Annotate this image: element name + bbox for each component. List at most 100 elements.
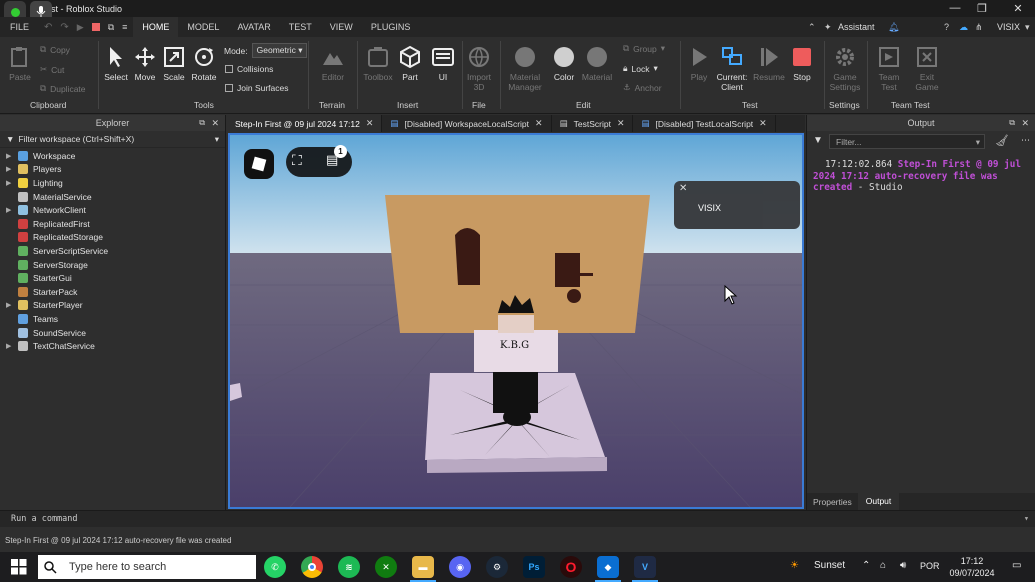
output-filter-input[interactable]: Filter... ▾	[829, 134, 985, 149]
expand-arrow-icon[interactable]: ▶	[6, 301, 18, 309]
current-client-button[interactable]: Current: Client	[713, 45, 751, 92]
minimize-icon[interactable]: —	[945, 2, 965, 14]
lock-button[interactable]: 🔒︎ Lock ▾	[623, 63, 658, 74]
tab-place[interactable]: Step-In First @ 09 jul 2024 17:12 ✕	[227, 115, 383, 132]
tree-item[interactable]: SoundService	[0, 326, 225, 340]
expand-arrow-icon[interactable]: ▶	[6, 342, 18, 350]
expand-arrow-icon[interactable]: ▶	[6, 165, 18, 173]
tab-test[interactable]: TEST	[280, 17, 321, 37]
spotify-icon[interactable]: ≋	[338, 556, 360, 578]
clock[interactable]: 17:12 09/07/2024	[946, 555, 998, 579]
tree-item[interactable]: ▶ Workspace	[0, 149, 225, 163]
discord-icon[interactable]: ◉	[449, 556, 471, 578]
undo-icon[interactable]: ↶	[44, 22, 52, 33]
resume-button[interactable]: Resume	[752, 45, 786, 82]
command-dropdown-icon[interactable]: ▾	[1024, 514, 1029, 524]
terrain-editor-button[interactable]: Editor	[315, 45, 351, 82]
paste-button[interactable]: Paste	[6, 45, 34, 82]
team-test-button[interactable]: Team Test	[874, 45, 904, 92]
undock-icon[interactable]: ⧉	[1009, 118, 1015, 128]
tree-item[interactable]: MaterialService	[0, 190, 225, 204]
close-output-icon[interactable]: ✕	[1021, 118, 1029, 129]
roblox-menu-icon[interactable]	[244, 149, 274, 179]
anchor-button[interactable]: ⚓︎ Anchor	[623, 82, 662, 93]
network-icon[interactable]: ⌂	[880, 560, 886, 571]
volume-icon[interactable]: 🔊︎	[900, 560, 906, 571]
command-input[interactable]: Run a command	[11, 514, 78, 524]
assistant-button[interactable]: Assistant	[838, 22, 875, 32]
ui-button[interactable]: UI	[431, 45, 455, 82]
toolbox-button[interactable]: Toolbox	[360, 45, 396, 82]
rotate-button[interactable]: Rotate	[189, 45, 219, 82]
command-bar[interactable]: Run a command ▾	[0, 510, 1035, 527]
restore-icon[interactable]: ❐	[972, 2, 992, 15]
tree-item[interactable]: ▶ Players	[0, 163, 225, 177]
file-menu[interactable]: FILE	[0, 17, 38, 37]
tree-item[interactable]: StarterPack	[0, 285, 225, 299]
clear-output-icon[interactable]: 🧹︎	[995, 134, 1009, 147]
chrome-icon[interactable]	[301, 556, 323, 578]
steam-icon[interactable]: ⚙	[486, 556, 508, 578]
collapse-icon[interactable]: ⌃	[808, 22, 816, 33]
opera-icon[interactable]: O	[560, 556, 582, 578]
group-button[interactable]: ⧉ Group ▾	[623, 43, 665, 54]
filter-dropdown-icon[interactable]: ▾	[215, 134, 219, 145]
scale-button[interactable]: Scale	[161, 45, 187, 82]
assistant-icon[interactable]: ✦	[824, 22, 832, 33]
tree-item[interactable]: Teams	[0, 312, 225, 326]
user-name[interactable]: VISIX	[997, 22, 1020, 32]
tab-home[interactable]: HOME	[133, 17, 179, 37]
notification-icon[interactable]: 🔔︎	[888, 22, 899, 33]
play-button[interactable]: Play	[686, 45, 712, 82]
close-tab-icon[interactable]: ✕	[759, 118, 767, 129]
mode-select[interactable]: Geometric ▾	[251, 43, 308, 58]
material-button[interactable]: Material	[580, 45, 614, 82]
close-explorer-icon[interactable]: ✕	[211, 118, 219, 129]
customize-icon[interactable]: ≡	[122, 22, 127, 32]
language-indicator[interactable]: POR	[920, 561, 940, 571]
photoshop-icon[interactable]: Ps	[523, 556, 545, 578]
tree-item[interactable]: ▶ Lighting	[0, 176, 225, 190]
tree-item[interactable]: ▶ StarterPlayer	[0, 299, 225, 313]
expand-arrow-icon[interactable]: ▶	[6, 179, 18, 187]
file-explorer-icon[interactable]: ▬	[412, 556, 434, 578]
expand-arrow-icon[interactable]: ▶	[6, 206, 18, 214]
tab-test-script[interactable]: ▤ TestScript ✕	[552, 115, 634, 132]
stop-small-icon[interactable]	[91, 23, 100, 31]
close-tab-icon[interactable]: ✕	[535, 118, 543, 129]
duplicate-button[interactable]: ⧉ Duplicate	[40, 83, 86, 94]
help-icon[interactable]: ?	[944, 22, 949, 32]
copy-button[interactable]: ⧉ Copy	[40, 44, 70, 55]
user-dropdown-icon[interactable]: ▾	[1025, 22, 1030, 33]
hub-icon[interactable]: ⛶	[292, 152, 302, 169]
close-tab-icon[interactable]: ✕	[366, 118, 374, 129]
import-3d-button[interactable]: Import 3D	[464, 45, 494, 92]
cloud-icon[interactable]: ☁	[959, 22, 968, 33]
tree-item[interactable]: ServerScriptService	[0, 244, 225, 258]
join-surfaces-checkbox[interactable]: Join Surfaces	[225, 83, 289, 93]
tab-view[interactable]: VIEW	[321, 17, 362, 37]
more-options-icon[interactable]: ⋯	[1021, 135, 1030, 146]
material-manager-button[interactable]: Material Manager	[504, 45, 546, 92]
share-icon[interactable]: ⋔	[975, 22, 983, 33]
play-small-icon[interactable]: ▶	[77, 22, 84, 33]
close-icon[interactable]: ✕	[1008, 2, 1028, 15]
tab-test-local-script[interactable]: ▤ [Disabled] TestLocalScript ✕	[633, 115, 776, 132]
redo-icon[interactable]: ↷	[60, 22, 68, 33]
whatsapp-icon[interactable]: ✆	[264, 556, 286, 578]
game-settings-button[interactable]: Game Settings	[827, 45, 863, 92]
popup-close-icon[interactable]: ✕	[679, 183, 687, 194]
tree-item[interactable]: ▶ TextChatService	[0, 339, 225, 353]
tab-properties[interactable]: Properties	[807, 497, 858, 507]
expand-arrow-icon[interactable]: ▶	[6, 152, 18, 160]
vscode-icon[interactable]: V	[634, 556, 656, 578]
tree-item[interactable]: ReplicatedFirst	[0, 217, 225, 231]
tree-item[interactable]: ServerStorage	[0, 258, 225, 272]
tree-item[interactable]: ReplicatedStorage	[0, 231, 225, 245]
tab-model[interactable]: MODEL	[178, 17, 228, 37]
weather-text[interactable]: Sunset	[814, 560, 845, 571]
move-button[interactable]: Move	[131, 45, 159, 82]
window-icon[interactable]: ⧉	[108, 22, 114, 33]
tab-plugins[interactable]: PLUGINS	[362, 17, 420, 37]
notifications-icon[interactable]: ▭	[1012, 560, 1021, 571]
